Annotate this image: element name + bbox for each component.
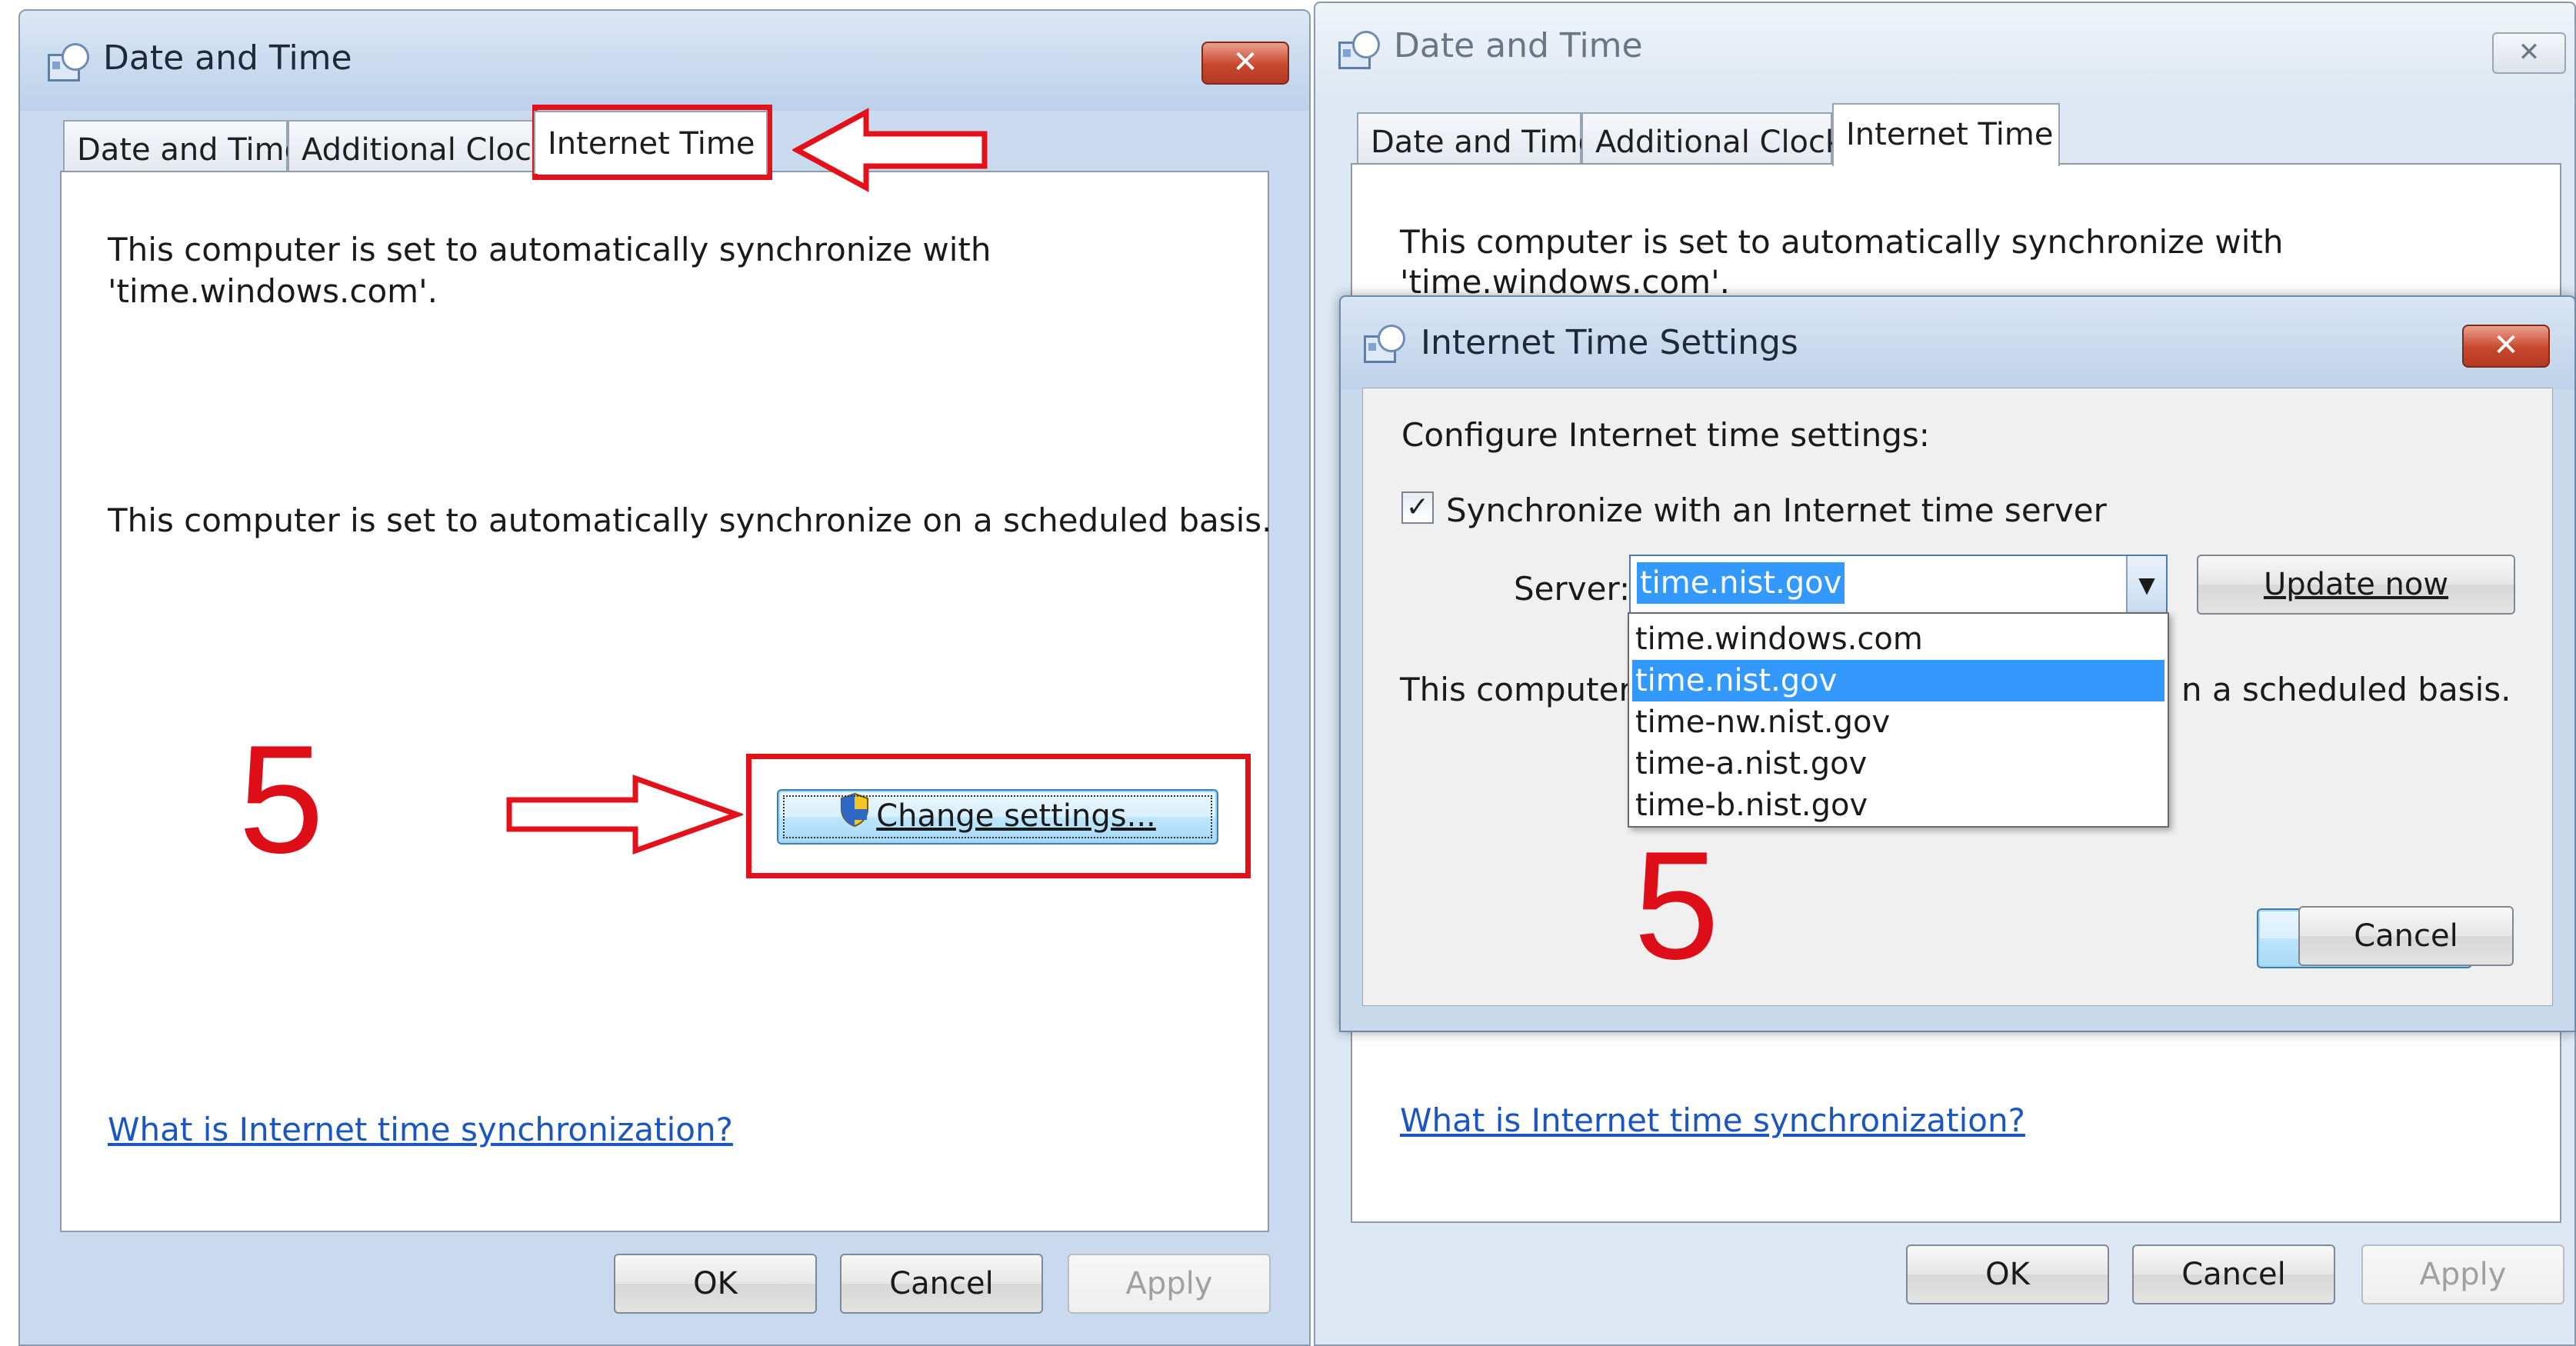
change-settings-pointer-arrow [505,772,745,860]
left-sync-text-line2: 'time.windows.com'. [108,272,438,310]
sync-checkbox-label[interactable]: Synchronize with an Internet time server [1446,491,2107,529]
date-time-app-icon [48,43,91,82]
right-tab-date-and-time[interactable]: Date and Time [1357,112,1597,165]
right-tab-additional-clocks[interactable]: Additional Clocks [1581,112,1859,165]
left-sync-text-line1: This computer is set to automatically sy… [108,231,991,268]
left-tab-internet-time[interactable]: Internet Time [534,111,768,174]
update-now-button[interactable]: Update now [2197,555,2515,615]
left-help-link[interactable]: What is Internet time synchronization? [108,1111,733,1148]
left-window-title: Date and Time [103,38,352,78]
left-apply-button: Apply [1068,1254,1271,1314]
right-schedule-text-right: n a scheduled basis. [2181,671,2511,708]
dialog-app-icon [1364,325,1407,363]
right-window-titlebar[interactable]: Date and Time ✕ [1315,3,2574,103]
left-step-number: 5 [238,714,325,885]
left-tab-additional-clocks[interactable]: Additional Clocks [288,120,565,172]
right-ok-button[interactable]: OK [1906,1244,2109,1304]
dropdown-arrow-icon[interactable]: ▼ [2126,556,2166,615]
server-selected-value[interactable]: time.nist.gov [1637,562,1845,604]
right-apply-button: Apply [2361,1244,2564,1304]
left-internet-time-panel [60,171,1269,1232]
left-close-button[interactable]: ✕ [1201,42,1289,85]
left-cancel-button[interactable]: Cancel [840,1254,1043,1314]
tab-pointer-arrow [791,108,992,195]
server-option-time-windows-com[interactable]: time.windows.com [1632,618,2164,660]
update-now-label: Update now [2263,567,2449,602]
server-option-time-nw-nist-gov[interactable]: time-nw.nist.gov [1632,701,2164,743]
change-settings-highlight [746,754,1251,878]
configure-label: Configure Internet time settings: [1401,416,1930,454]
right-sync-text-line1: This computer is set to automatically sy… [1400,223,2284,261]
right-cancel-button[interactable]: Cancel [2132,1244,2335,1304]
server-label: Server: [1514,570,1631,608]
right-tab-internet-time[interactable]: Internet Time [1832,103,2060,166]
right-schedule-text-left: This computer [1400,671,1632,708]
left-tab-date-and-time[interactable]: Date and Time [63,120,303,172]
server-option-time-a-nist-gov[interactable]: time-a.nist.gov [1632,743,2164,785]
right-close-button[interactable]: ✕ [2492,32,2566,74]
server-option-time-nist-gov[interactable]: time.nist.gov [1632,660,2164,701]
right-window-title: Date and Time [1394,26,1643,65]
right-date-time-app-icon [1338,31,1381,69]
left-window-titlebar[interactable]: Date and Time ✕ [20,11,1309,111]
server-combobox[interactable]: time.nist.gov ▼ [1629,555,2168,616]
dialog-cancel-button[interactable]: Cancel [2298,906,2514,966]
right-help-link[interactable]: What is Internet time synchronization? [1400,1101,2025,1139]
left-ok-button[interactable]: OK [614,1254,817,1314]
right-step-number: 5 [1634,820,1720,991]
left-schedule-text: This computer is set to automatically sy… [108,501,1272,539]
server-dropdown-list[interactable]: time.windows.com time.nist.gov time-nw.n… [1628,612,2169,828]
dialog-titlebar[interactable]: Internet Time Settings ✕ [1341,297,2574,389]
dialog-title: Internet Time Settings [1421,323,1798,362]
dialog-close-button[interactable]: ✕ [2462,325,2550,368]
sync-checkbox[interactable]: ✓ [1401,491,1434,524]
